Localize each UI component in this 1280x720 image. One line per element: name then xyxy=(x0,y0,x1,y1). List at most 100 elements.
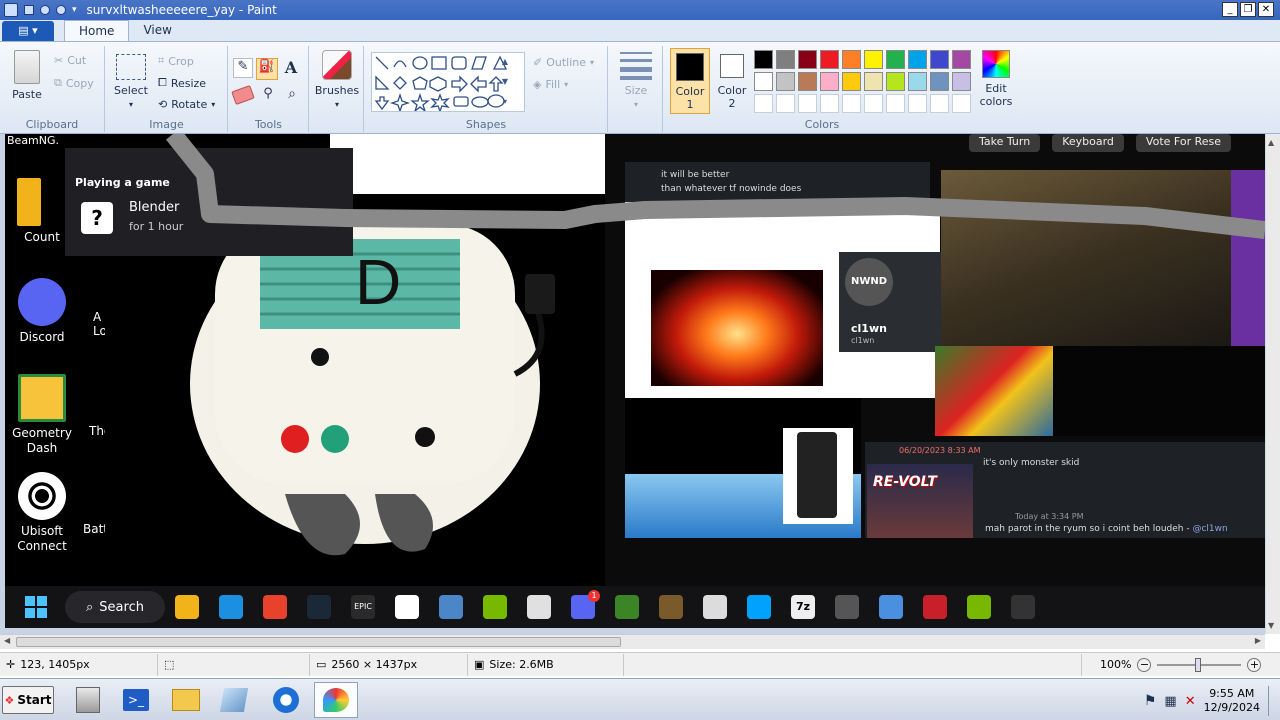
scroll-down-icon[interactable]: ▼ xyxy=(1268,621,1274,630)
file-menu-button[interactable]: ▤ ▾ xyxy=(2,21,54,41)
redo-icon[interactable] xyxy=(56,5,66,15)
shapes-scroll-icon[interactable]: ▲ ▼ ▾ xyxy=(499,52,511,112)
palette-swatch[interactable] xyxy=(864,72,883,91)
minecraft-icon[interactable] xyxy=(615,595,639,619)
palette-empty-swatch[interactable] xyxy=(798,94,817,113)
drawing-canvas[interactable]: BeamNG. Count Discord Geometry Dash Ubis… xyxy=(5,134,1265,628)
palette-swatch[interactable] xyxy=(952,50,971,69)
palette-swatch[interactable] xyxy=(820,72,839,91)
palette-swatch[interactable] xyxy=(886,72,905,91)
palette-swatch[interactable] xyxy=(908,72,927,91)
fill-button[interactable]: ◈ Fill ▾ xyxy=(533,78,568,91)
palette-swatch[interactable] xyxy=(776,72,795,91)
palette-swatch[interactable] xyxy=(864,50,883,69)
magnifier-icon[interactable]: ⌕ xyxy=(283,86,301,104)
palette-empty-swatch[interactable] xyxy=(864,94,883,113)
palette-empty-swatch[interactable] xyxy=(842,94,861,113)
taskbar-file-explorer[interactable] xyxy=(164,682,208,718)
7zip-icon[interactable]: 7z xyxy=(791,595,815,619)
nvidia-icon[interactable] xyxy=(483,595,507,619)
taskbar-server-manager[interactable] xyxy=(66,682,110,718)
windows-start-icon[interactable] xyxy=(25,596,47,618)
start-button[interactable]: ❖ Start xyxy=(2,686,54,714)
network-icon[interactable]: ▦ xyxy=(1164,694,1176,709)
virtualbox-icon[interactable] xyxy=(439,595,463,619)
edge-icon[interactable] xyxy=(219,595,243,619)
palette-swatch[interactable] xyxy=(886,50,905,69)
select-button[interactable]: Select ▾ xyxy=(112,52,150,110)
palette-empty-swatch[interactable] xyxy=(930,94,949,113)
horizontal-scrollbar[interactable]: ◀ ▶ xyxy=(0,634,1265,649)
tab-home[interactable]: Home xyxy=(64,20,130,41)
tab-view[interactable]: View xyxy=(129,20,185,41)
palette-empty-swatch[interactable] xyxy=(952,94,971,113)
eraser-icon[interactable] xyxy=(231,85,255,105)
epic-games-icon[interactable]: EPIC xyxy=(351,595,375,619)
win11-search-box[interactable]: ⌕ Search xyxy=(65,591,165,623)
minimize-button[interactable]: _ xyxy=(1222,2,1238,17)
text-tool-icon[interactable]: A xyxy=(281,58,301,78)
palette-swatch[interactable] xyxy=(930,72,949,91)
palette-swatch[interactable] xyxy=(776,50,795,69)
roblox-icon[interactable] xyxy=(703,595,727,619)
paint-app-icon[interactable] xyxy=(4,3,18,17)
copy-button[interactable]: ⧉ Copy xyxy=(54,76,94,90)
action-center-flag-icon[interactable]: ⚑ xyxy=(1144,693,1157,709)
minecraft-grass-icon[interactable] xyxy=(659,595,683,619)
vertical-scrollbar[interactable]: ▲ ▼ xyxy=(1265,134,1280,634)
zoom-slider[interactable] xyxy=(1157,657,1242,672)
ea-icon[interactable] xyxy=(263,595,287,619)
edit-colors-button[interactable]: Edit colors xyxy=(974,50,1018,108)
horizontal-scroll-thumb[interactable] xyxy=(16,637,621,647)
clock[interactable]: 9:55 AM 12/9/2024 xyxy=(1204,687,1260,715)
pencil-icon[interactable]: ✎ xyxy=(233,58,253,78)
palette-swatch[interactable] xyxy=(842,72,861,91)
color2-button[interactable]: Color 2 xyxy=(712,48,752,114)
crop-button[interactable]: ⌗ Crop xyxy=(158,54,194,68)
scroll-left-icon[interactable]: ◀ xyxy=(4,636,10,645)
zoom-out-button[interactable]: − xyxy=(1137,657,1152,672)
select-dropdown-icon[interactable]: ▾ xyxy=(129,100,133,109)
palette-swatch[interactable] xyxy=(798,72,817,91)
save-icon[interactable] xyxy=(24,5,34,15)
palette-empty-swatch[interactable] xyxy=(820,94,839,113)
taskbar-app[interactable] xyxy=(212,682,256,718)
maximize-button[interactable]: ❐ xyxy=(1240,2,1256,17)
palette-swatch[interactable] xyxy=(798,50,817,69)
outline-button[interactable]: ✐ Outline ▾ xyxy=(533,56,594,69)
redline-icon[interactable] xyxy=(923,595,947,619)
palette-empty-swatch[interactable] xyxy=(886,94,905,113)
zoom-in-button[interactable]: + xyxy=(1247,657,1262,672)
scroll-up-icon[interactable]: ▲ xyxy=(1268,138,1274,147)
square-app-icon[interactable] xyxy=(1011,595,1035,619)
color-picker-icon[interactable]: ⚲ xyxy=(259,86,277,104)
scroll-right-icon[interactable]: ▶ xyxy=(1255,636,1261,645)
palette-swatch[interactable] xyxy=(754,72,773,91)
taskbar-powershell[interactable]: >_ xyxy=(114,682,158,718)
palette-swatch[interactable] xyxy=(820,50,839,69)
brushes-button[interactable]: Brushes ▾ xyxy=(314,50,360,110)
fill-bucket-icon[interactable]: ⛽ xyxy=(256,58,278,80)
steam-icon[interactable] xyxy=(307,595,331,619)
palette-empty-swatch[interactable] xyxy=(776,94,795,113)
palette-swatch[interactable] xyxy=(952,72,971,91)
paste-button[interactable]: Paste xyxy=(6,50,48,101)
palette-empty-swatch[interactable] xyxy=(908,94,927,113)
roblox-studio-icon[interactable] xyxy=(747,595,771,619)
taskbar-internet-explorer[interactable]: e xyxy=(264,682,308,718)
app-icon[interactable] xyxy=(879,595,903,619)
nvidia-app-icon[interactable] xyxy=(967,595,991,619)
customize-qat-icon[interactable]: ▾ xyxy=(72,5,77,15)
palette-empty-swatch[interactable] xyxy=(754,94,773,113)
palette-swatch[interactable] xyxy=(930,50,949,69)
rotate-button[interactable]: ⟲ Rotate ▾ xyxy=(158,98,215,111)
size-button[interactable]: Size ▾ xyxy=(615,52,657,110)
volume-muted-icon[interactable]: ✕ xyxy=(1185,694,1196,709)
palette-swatch[interactable] xyxy=(754,50,773,69)
undo-icon[interactable] xyxy=(40,5,50,15)
show-desktop-button[interactable] xyxy=(1268,686,1276,716)
palette-swatch[interactable] xyxy=(908,50,927,69)
resize-button[interactable]: ⧠ Resize xyxy=(158,76,206,90)
palette-swatch[interactable] xyxy=(842,50,861,69)
zoom-slider-thumb[interactable] xyxy=(1195,657,1202,672)
